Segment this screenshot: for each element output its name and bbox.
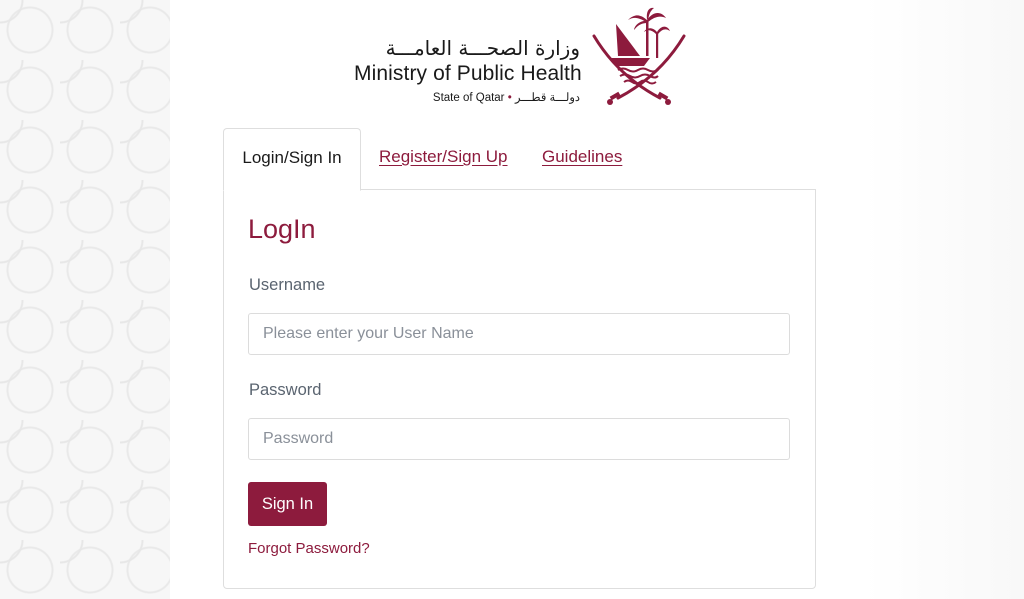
ministry-name-english: Ministry of Public Health	[354, 62, 582, 85]
state-label: State of Qatar • دولـــة قطـــر	[433, 90, 580, 104]
password-input[interactable]	[248, 418, 790, 460]
username-label: Username	[249, 276, 326, 294]
ministry-name-arabic: وزارة الصحـــة العامـــة	[385, 36, 580, 60]
background-pattern	[0, 0, 170, 599]
forgot-password-link[interactable]: Forgot Password?	[248, 540, 370, 557]
tab-guidelines[interactable]: Guidelines	[542, 128, 622, 190]
qatar-state-emblem-icon	[592, 7, 686, 105]
login-card: LogIn Username Password Sign In Forgot P…	[223, 189, 816, 589]
state-label-english: State of Qatar	[432, 92, 505, 104]
auth-tabs: Login/Sign In Register/Sign Up Guideline…	[223, 128, 816, 191]
login-title: LogIn	[248, 214, 316, 244]
separator-dot: •	[507, 92, 512, 104]
background-right	[864, 0, 1024, 599]
username-input[interactable]	[248, 313, 790, 355]
tab-login[interactable]: Login/Sign In	[223, 128, 361, 191]
tab-register[interactable]: Register/Sign Up	[379, 128, 508, 190]
ministry-logo: وزارة الصحـــة العامـــة Ministry of Pub…	[352, 6, 692, 110]
password-label: Password	[249, 381, 322, 399]
state-label-arabic: دولـــة قطـــر	[514, 92, 580, 104]
sign-in-button[interactable]: Sign In	[248, 482, 327, 526]
